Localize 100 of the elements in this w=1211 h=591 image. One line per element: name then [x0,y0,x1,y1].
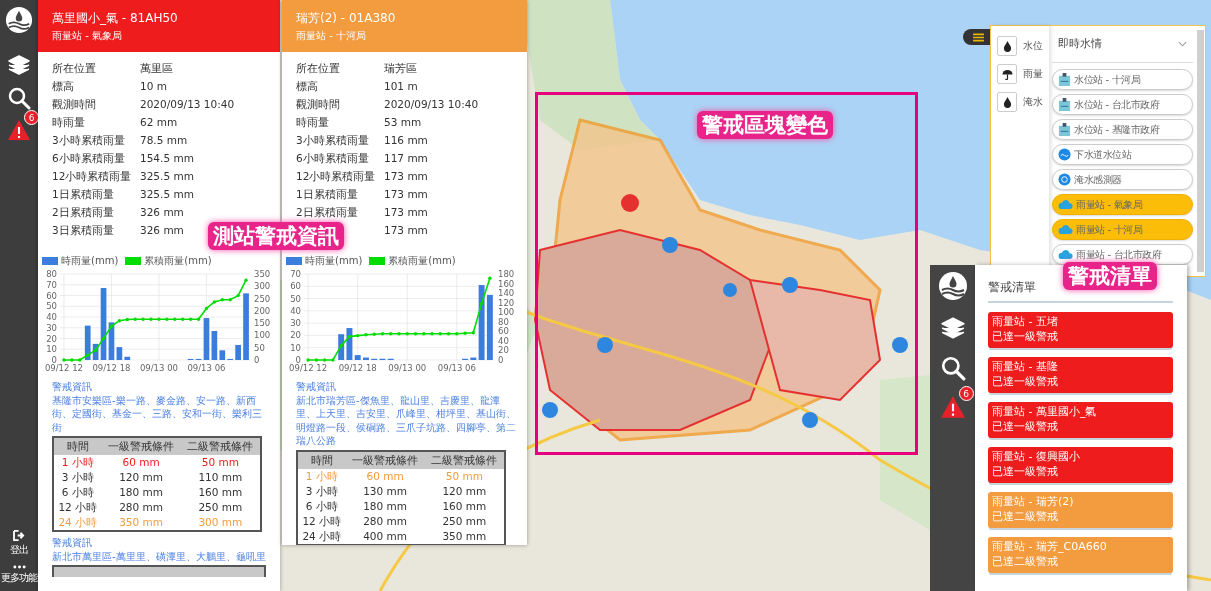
line-point [463,331,467,335]
info-label: 12小時累積雨量 [296,169,376,184]
warning-heading-link[interactable]: 警戒資訊 [296,380,336,394]
axis-tick-label: 09/12 12 [44,363,83,373]
axis-tick-label: 09/13 00 [388,363,427,373]
station-marker-icon[interactable] [662,237,678,253]
line-point [244,278,248,282]
line-point [78,358,82,362]
line-point [188,317,193,321]
info-label: 標高 [52,79,74,94]
water-gauge-icon [1058,73,1071,86]
table-cell: 6 小時 [53,485,102,500]
station-marker-icon[interactable] [723,283,737,297]
info-value: 173 mm [384,205,428,220]
alert-item[interactable]: 雨量站 - 瑞芳_C0A660 已達二級警戒 [988,537,1173,573]
info-label: 6小時累積雨量 [52,151,125,166]
info-value: 173 mm [384,223,428,238]
layer-toggle[interactable]: 雨量站 - 氣象局 [1052,194,1193,215]
logo-icon[interactable] [5,6,33,34]
layers-icon[interactable] [7,53,31,77]
axis-tick-label: 0 [51,355,57,365]
alert-item[interactable]: 雨量站 - 五堵 已達一級警戒 [988,312,1173,348]
axis-tick-label: 70 [290,269,301,279]
axis-tick-label: 50 [290,293,301,304]
logo-icon[interactable] [937,271,968,301]
table-cell: 60 mm [345,468,425,484]
layer-toggle[interactable]: 水位站 - 基隆市政府 [1052,119,1193,140]
more-button[interactable]: 更多功能 [1,565,37,585]
category-label: 淹水 [1023,95,1043,109]
line-point [389,332,393,336]
warning-area-link[interactable]: 新北市瑞芳區-傑魚里、龍山里、吉慶里、龍潭里、上天里、吉安里、爪峰里、柑坪里、基山街、明燈路一段、侯硐路、三爪子坑路、四腳亭、第二瑞八公路 [296,393,517,448]
alert-item[interactable]: 雨量站 - 瑞芳(2) 已達二級警戒 [988,492,1173,528]
axis-tick-label: 30 [46,322,57,333]
station-marker-icon[interactable] [597,337,613,353]
table-cell-text: 180 mm [118,485,164,500]
station-title: 萬里國小_氣 - 81AH50 [52,10,179,27]
chevron-down-icon [1178,41,1187,47]
table-cell-text: 130 mm [362,483,408,499]
line-point [196,317,201,321]
info-label: 所在位置 [296,61,340,76]
station-marker-icon[interactable] [621,194,639,212]
water-gauge-icon [1058,98,1071,111]
axis-tick-label: 250 [254,293,271,304]
station-marker-icon[interactable] [782,277,798,293]
table-cell: 50 mm [424,468,505,484]
table-cell: 60 mm [101,455,181,470]
category-label: 雨量 [1023,67,1043,81]
warning-heading-link[interactable]: 警戒資訊 [52,380,92,394]
legend-label: 時雨量(mm) [61,254,119,268]
layer-toggle[interactable]: 雨量站 - 十河局 [1052,219,1193,240]
axis-tick-label: 100 [498,307,515,318]
layer-toggle[interactable]: 水位站 - 台北市政府 [1052,94,1193,115]
dropdown[interactable]: 即時水情 [1052,26,1193,63]
station-marker-icon[interactable] [892,337,908,353]
warning-icon[interactable] [939,395,966,419]
cloud-icon [1058,224,1073,235]
axis-tick-label: 60 [46,290,57,301]
search-icon[interactable] [7,86,31,110]
axis-tick-label: 160 [498,278,515,289]
info-label: 時雨量 [296,115,329,130]
alert-item[interactable]: 雨量站 - 復興國小 已達一級警戒 [988,447,1173,483]
axis-tick-label: 50 [46,301,57,312]
table-cell: 12 小時 [53,500,102,515]
axis-tick-label: 140 [498,288,515,299]
table-cell-text: 280 mm [118,500,164,515]
search-icon[interactable] [939,355,966,381]
table-cell: 300 mm [180,515,261,531]
info-label: 所在位置 [52,61,96,76]
scrollbar[interactable] [1197,30,1204,272]
station-marker-icon[interactable] [542,402,558,418]
category-button[interactable] [997,64,1017,84]
info-label: 1日累積雨量 [52,187,114,202]
callout-label: 警戒清單 [1063,262,1157,290]
info-value: 10 m [140,79,167,94]
warning-icon[interactable] [7,119,31,141]
station-marker-icon[interactable] [802,412,818,428]
axis-tick-label: 09/13 06 [437,363,476,373]
info-label: 2日累積雨量 [52,205,114,220]
category-button[interactable] [997,92,1017,112]
line-point [488,276,492,280]
layer-toggle[interactable]: 水位站 - 十河局 [1052,69,1193,90]
axis-tick-label: 20 [46,333,57,344]
line-point [306,358,310,362]
layer-toggle[interactable]: 下水道水位站 [1052,144,1193,165]
axis-tick-label: 80 [498,316,509,327]
warning-area-link[interactable]: 基隆市安樂區-樂一路、麥金路、安一路、新西街、定國街、基金一、三路、安和一街、樂利三街 [52,393,270,434]
layers-icon[interactable] [939,315,966,341]
warning-area-link[interactable]: 新北市萬里區-萬里里、磺潭里、大鵬里、龜吼里 [52,549,266,563]
category-button[interactable] [997,36,1017,56]
axis-tick-label: 180 [498,269,515,279]
line-point [149,317,153,321]
alert-item[interactable]: 雨量站 - 基隆 已達一級警戒 [988,357,1173,393]
line-point [372,332,376,336]
logout-button[interactable]: 登出 [10,530,28,557]
umbrella-icon [1001,68,1013,80]
layer-toggle[interactable]: 淹水感測器 [1052,169,1193,190]
warning-heading-link[interactable]: 警戒資訊 [52,536,92,550]
line-point [228,298,232,302]
alert-item[interactable]: 雨量站 - 萬里國小_氣 已達一級警戒 [988,402,1173,438]
callout-label: 測站警戒資訊 [208,222,344,250]
